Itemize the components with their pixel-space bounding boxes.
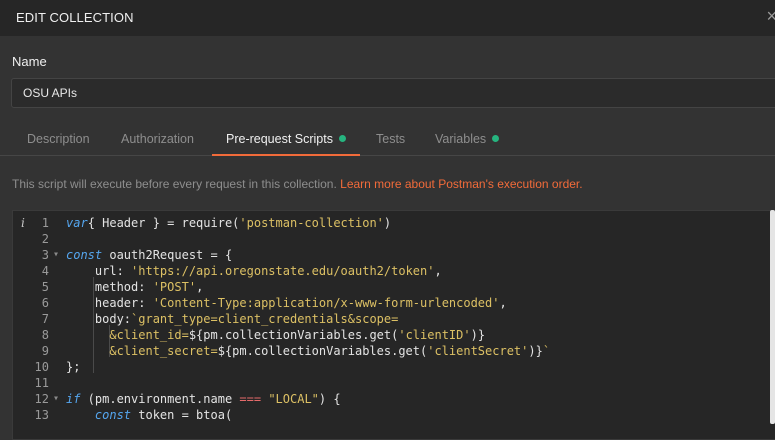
code-editor[interactable]: i 1 var{ Header } = require('postman-colle… <box>12 210 775 440</box>
code-line: 8 &client_id=${pm.collectionVariables.ge… <box>13 327 773 343</box>
info-icon[interactable]: i <box>21 215 25 231</box>
line-number: 6 <box>41 296 49 310</box>
code-line: 11 <box>13 375 773 391</box>
fold-arrow-icon[interactable]: ▾ <box>53 391 59 407</box>
code-line: 5 method: 'POST', <box>13 279 773 295</box>
execution-order-link[interactable]: Learn more about Postman's execution ord… <box>340 177 582 191</box>
status-dot <box>492 135 500 142</box>
tab-tests[interactable]: Tests <box>376 124 405 155</box>
line-number: 3 <box>41 248 49 262</box>
code-line: 2 <box>13 231 773 247</box>
code-text: const oauth2Request = { <box>66 248 233 262</box>
info-text: This script will execute before every re… <box>12 177 583 191</box>
code-line: 7 body:`grant_type=client_credentials&sc… <box>13 311 773 327</box>
code-line: 9 &client_secret=${pm.collectionVariable… <box>13 343 773 359</box>
line-number: 4 <box>41 264 49 278</box>
code-line: 13 const token = btoa( <box>13 407 773 423</box>
name-label: Name <box>12 54 47 69</box>
dialog-header: EDIT COLLECTION × <box>0 0 775 36</box>
code-text: &client_secret=${pm.collectionVariables.… <box>66 344 551 358</box>
code-line: 10}; <box>13 359 773 375</box>
code-line: 6 header: 'Content-Type:application/x-ww… <box>13 295 773 311</box>
code-text: }; <box>66 360 81 374</box>
code-line: 4 url: 'https://api.oregonstate.edu/oaut… <box>13 263 773 279</box>
code-line: i 1 var{ Header } = require('postman-colle… <box>13 215 773 231</box>
code-text: &client_id=${pm.collectionVariables.get(… <box>66 328 486 342</box>
code-text: body:`grant_type=client_credentials&scop… <box>66 312 399 326</box>
line-number: 10 <box>34 360 49 374</box>
line-number: 13 <box>34 408 49 422</box>
code-text: method: 'POST', <box>66 280 204 294</box>
editor-scrollbar[interactable] <box>770 210 775 424</box>
line-number: 7 <box>41 312 49 326</box>
close-icon[interactable]: × <box>766 6 775 27</box>
info-description: This script will execute before every re… <box>12 177 341 191</box>
code-text: url: 'https://api.oregonstate.edu/oauth2… <box>66 264 442 278</box>
code-line: 3 ▾ const oauth2Request = { <box>13 247 773 263</box>
line-number: 2 <box>41 232 49 246</box>
line-number: 8 <box>41 328 49 342</box>
dialog-title: EDIT COLLECTION <box>16 10 134 25</box>
code-text: header: 'Content-Type:application/x-www-… <box>66 296 507 310</box>
tab-variables[interactable]: Variables <box>435 124 500 155</box>
line-number: 1 <box>41 216 49 230</box>
line-number: 9 <box>41 344 49 358</box>
status-dot <box>338 135 346 142</box>
code-text: const token = btoa( <box>94 408 233 422</box>
tab-pre-request-scripts[interactable]: Pre-request Scripts <box>226 124 346 155</box>
line-number: 11 <box>34 376 49 390</box>
tab-authorization[interactable]: Authorization <box>121 124 194 155</box>
code-text: var{ Header } = require('postman-collect… <box>66 216 392 230</box>
tab-bar: Description Authorization Pre-request Sc… <box>0 124 775 156</box>
code-text: if (pm.environment.name === "LOCAL") { <box>66 392 341 406</box>
active-tab-indicator <box>212 154 360 156</box>
line-number: 5 <box>41 280 49 294</box>
line-number: 12 <box>34 392 49 406</box>
code-line: 12 ▾ if (pm.environment.name === "LOCAL") … <box>13 391 773 407</box>
name-input[interactable] <box>11 78 775 108</box>
fold-arrow-icon[interactable]: ▾ <box>53 247 59 263</box>
tab-description[interactable]: Description <box>27 124 90 155</box>
